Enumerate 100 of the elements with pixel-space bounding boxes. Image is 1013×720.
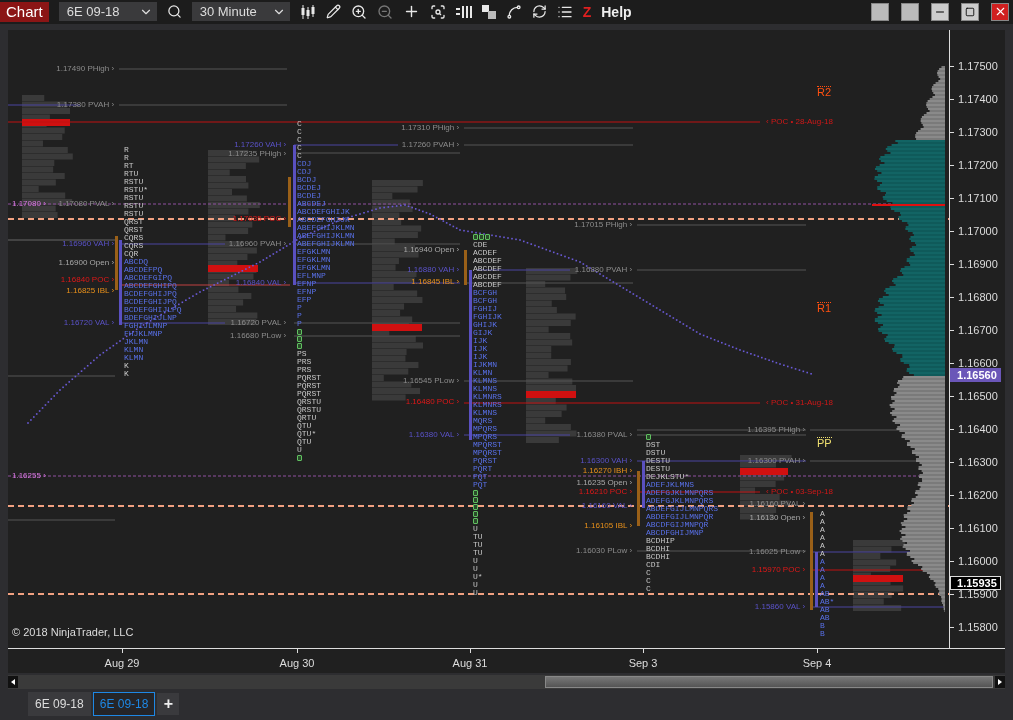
tpo-letters: R <box>124 145 129 154</box>
tpo-letters: DSTU <box>646 448 666 457</box>
scrollbar-thumb[interactable] <box>545 675 993 688</box>
data-box-icon[interactable] <box>429 3 446 20</box>
price-tick: 1.16500 <box>958 390 998 401</box>
tpo-letters: K <box>124 361 129 370</box>
line-chart-icon[interactable] <box>505 3 522 20</box>
price-tick: 1.15900 <box>958 588 998 599</box>
tpo-letters: ABEFGHIJKLMN <box>297 231 355 240</box>
tpo-letters: A <box>820 525 825 534</box>
tpo-letters: U <box>297 445 302 454</box>
minimize-button[interactable] <box>931 2 949 21</box>
tpo-letters: EFLMNP <box>297 271 326 280</box>
price-tick: 1.16600 <box>958 357 998 368</box>
level-label: 1.16210 POC › <box>578 486 633 497</box>
tpo-letters: PQRST <box>297 389 321 398</box>
tpo-letters: A <box>820 565 825 574</box>
price-marker: 1.15935 <box>950 575 1001 590</box>
chart-tab[interactable]: 6E 09-18 <box>28 692 91 717</box>
level-label: 1.15860 VAL › <box>754 601 806 612</box>
maximize-button[interactable] <box>961 2 979 21</box>
tpo-letters: PQRST <box>297 373 321 382</box>
time-label: Aug 31 <box>452 656 488 669</box>
price-tick: 1.17400 <box>958 93 998 104</box>
price-tick: 1.16000 <box>958 555 998 566</box>
tpo-letters: U <box>473 564 478 573</box>
zoom-out-icon[interactable] <box>376 3 393 20</box>
tpo-letters: QTU <box>297 437 312 446</box>
tpo-letters: R <box>124 153 129 162</box>
tpo-letters: QRST <box>124 217 144 226</box>
tpo-letters: JKLMN <box>124 337 148 346</box>
range-bar <box>642 460 645 508</box>
tpo-letters: GHIJK <box>473 320 497 329</box>
tpo-letters: B <box>820 629 825 638</box>
window-button[interactable] <box>871 2 889 21</box>
tpo-letters: C <box>297 135 302 144</box>
price-marker: 1.16560 <box>950 367 1001 382</box>
tpo-letters: CDJ <box>297 159 312 168</box>
scroll-right-button[interactable] <box>995 675 1005 688</box>
level-label: ‹ POC • 31-Aug-18 <box>766 397 833 408</box>
tpo-letters: C <box>297 143 302 152</box>
candlestick-icon[interactable] <box>299 3 316 20</box>
tpo-letters: A <box>820 549 825 558</box>
level-label: 1.16960 PVAH › <box>228 238 287 249</box>
tpo-letters: AB <box>820 613 830 622</box>
window-button[interactable] <box>901 2 919 21</box>
tpo-letters: ABCDEF <box>473 256 502 265</box>
tpo-letters: KLMNS <box>473 376 497 385</box>
search-icon[interactable] <box>166 4 182 20</box>
tpo-letters: BCDHIP <box>646 536 675 545</box>
price-tick: 1.17300 <box>958 126 998 137</box>
tpo-letters: P <box>297 311 302 320</box>
columns-icon[interactable] <box>455 4 472 19</box>
help-menu[interactable]: Help <box>601 3 632 20</box>
tpo-letters: EFNP <box>297 287 317 296</box>
tpo-letters: RT <box>124 161 134 170</box>
add-tab-button[interactable]: + <box>157 693 180 716</box>
stacked-squares-icon[interactable] <box>481 4 496 19</box>
left-arrow-icon <box>10 678 16 685</box>
tpo-letters: TU <box>473 532 483 541</box>
tpo-letters: EFP <box>297 295 312 304</box>
price-tick: 1.16700 <box>958 324 998 335</box>
tpo-letters: A <box>820 533 825 542</box>
tpo-letters: PRS <box>297 357 312 366</box>
close-button[interactable] <box>991 2 1009 21</box>
level-label: 1.16825 IBL › <box>66 285 115 296</box>
scroll-left-button[interactable] <box>8 675 18 688</box>
tpo-letters: TU <box>473 540 483 549</box>
scrollbar[interactable] <box>8 674 1005 689</box>
tpo-letters: CDI <box>646 560 661 569</box>
interval-select[interactable]: 30 Minute <box>191 2 290 22</box>
level-label: 1.16900 Open › <box>58 257 115 268</box>
range-bar <box>288 176 291 227</box>
tpo-letters: BCDEJ <box>297 191 321 200</box>
level-label: 1.16255 › <box>12 470 46 481</box>
level-label: 1.16940 Open › <box>403 244 460 255</box>
chart-tab[interactable]: 6E 09-18 <box>92 692 156 717</box>
hotkey-indicator[interactable]: Z <box>582 3 592 20</box>
tpo-letters: U* <box>473 572 483 581</box>
tpo-letters: KLMN <box>124 345 144 354</box>
level-label: 1.16720 PVAL › <box>230 317 287 328</box>
level-label: 1.17035 POC › <box>232 213 287 224</box>
tpo-letters: KLMNS <box>473 408 497 417</box>
level-label: 1.17080 PVAL › <box>58 198 115 209</box>
instrument-select[interactable]: 6E 09-18 <box>58 2 157 22</box>
tpo-letters: PRS <box>297 365 312 374</box>
tpo-letters: MQRS <box>473 416 493 425</box>
tpo-letters: CDJ <box>297 167 312 176</box>
tpo-letters: A <box>820 581 825 590</box>
pencil-icon[interactable] <box>325 4 341 20</box>
zoom-in-icon[interactable] <box>350 3 367 20</box>
tpo-letters: PQT <box>473 472 488 481</box>
refresh-icon[interactable] <box>531 4 547 20</box>
tpo-letters: RSTU <box>124 193 144 202</box>
level-label: 1.15970 POC › <box>751 564 806 575</box>
level-label: 1.17490 PHigh › <box>56 63 115 74</box>
tpo-letters: FGHIJK <box>473 312 502 321</box>
tpo-letters: A <box>820 517 825 526</box>
tpo-letters: BCDEFGHIJLPQ <box>124 305 182 314</box>
tpo-letters: ABDEFGIJLMNPQRS <box>646 504 718 513</box>
